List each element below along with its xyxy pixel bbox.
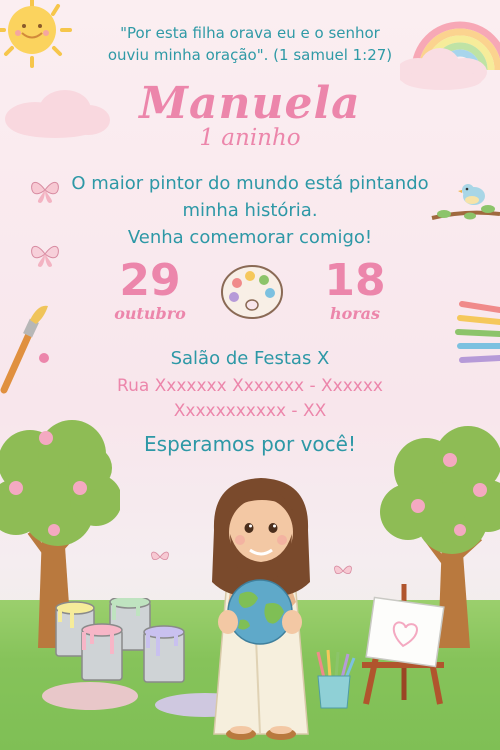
date-month: outubro <box>114 304 186 323</box>
message-line-3: Venha comemorar comigo! <box>127 227 373 248</box>
butterfly-icon <box>151 551 169 561</box>
time-hour: 18 <box>324 255 386 306</box>
message-line-1: O maior pintor do mundo está pintando <box>71 173 429 194</box>
child-name: Manuela <box>139 78 361 129</box>
paint-can-icon <box>55 598 185 683</box>
time-unit: horas <box>329 304 381 323</box>
bible-verse: "Por esta filha orava eu e o senhor ouvi… <box>0 22 500 66</box>
event-time: 18 horas <box>313 255 397 323</box>
globe-icon <box>218 579 302 645</box>
easel-icon <box>362 584 445 705</box>
butterfly-icon <box>334 565 352 575</box>
invitation-message: O maior pintor do mundo está pintando mi… <box>0 170 500 251</box>
child-age: 1 aninho <box>199 125 301 151</box>
date-day: 29 <box>119 255 181 306</box>
message-line-2: minha história. <box>182 200 318 221</box>
address-line-1: Rua Xxxxxxx Xxxxxxx - Xxxxxx <box>117 376 383 396</box>
event-date: 29 outubro <box>110 255 190 323</box>
invitation-card: "Por esta filha orava eu e o senhor ouvi… <box>0 0 500 750</box>
pencil-cup-icon <box>316 649 356 709</box>
verse-line-1: "Por esta filha orava eu e o senhor <box>120 24 380 42</box>
venue-name: Salão de Festas X <box>170 348 330 369</box>
palette-icon <box>221 265 283 319</box>
verse-line-2: ouviu minha oração". (1 samuel 1:27) <box>107 46 393 64</box>
